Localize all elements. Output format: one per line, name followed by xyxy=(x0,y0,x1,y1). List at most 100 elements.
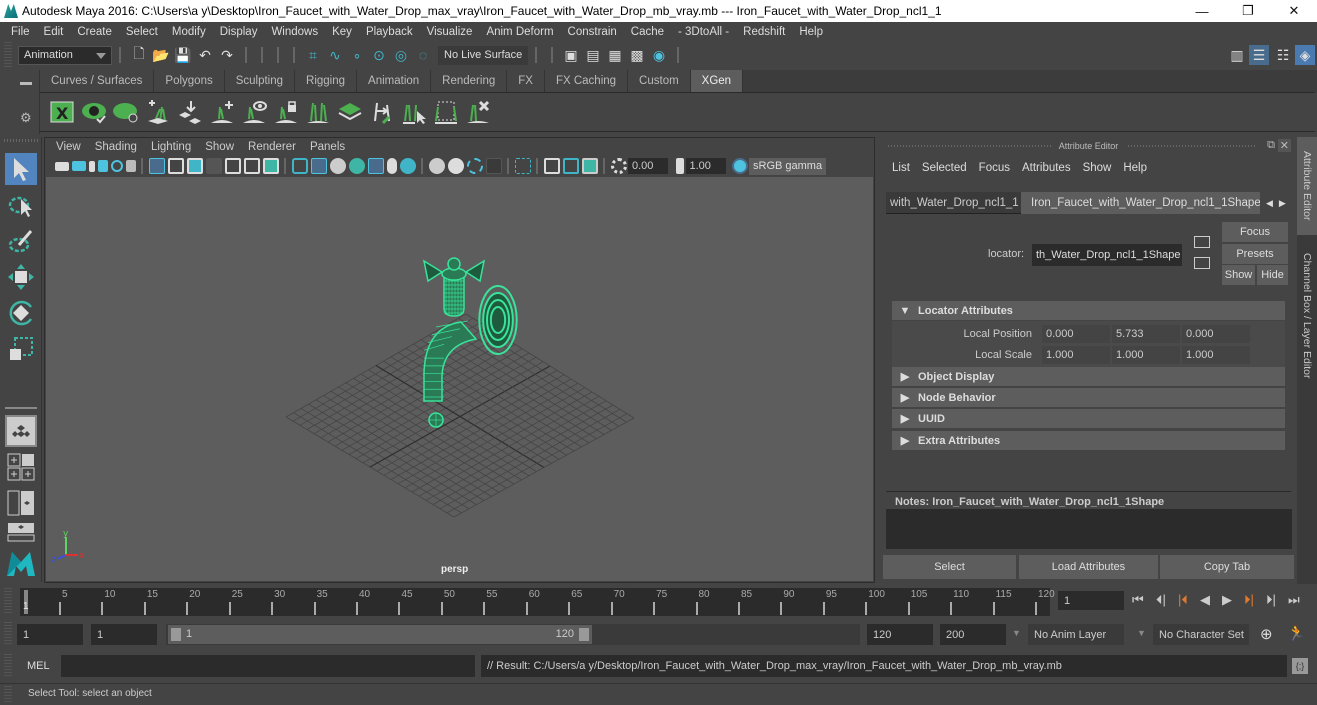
section-locator-attributes[interactable]: ▼ Locator Attributes xyxy=(892,301,1285,320)
panel-menu-panels[interactable]: Panels xyxy=(303,141,352,153)
range-end-handle[interactable] xyxy=(579,628,589,641)
live-surface-field[interactable]: No Live Surface xyxy=(438,45,528,65)
save-scene-icon[interactable]: 💾 xyxy=(173,45,193,65)
playback-start-field[interactable]: 1 xyxy=(91,624,157,645)
anim-layer-chevron-icon[interactable]: ▼ xyxy=(1012,628,1021,638)
shadows-icon[interactable] xyxy=(386,158,397,174)
backface-culling-icon[interactable] xyxy=(581,158,598,174)
exposure-field[interactable]: 0.00 xyxy=(628,158,668,174)
animation-end-field[interactable]: 200 xyxy=(940,624,1006,645)
copy-tab-button[interactable]: Copy Tab xyxy=(1160,555,1294,579)
menu-3dtoall[interactable]: - 3DtoAll - xyxy=(671,26,736,38)
select-camera-icon[interactable] xyxy=(54,161,69,171)
close-panel-icon[interactable]: ✕ xyxy=(1277,139,1291,152)
new-scene-icon[interactable]: 🗋 xyxy=(129,45,149,65)
show-button[interactable]: Show xyxy=(1222,265,1255,285)
shelf-tab-rigging[interactable]: Rigging xyxy=(295,70,358,92)
use-all-lights-icon[interactable] xyxy=(367,158,384,174)
bookmarks-icon[interactable] xyxy=(88,160,95,172)
modeling-toolkit-icon[interactable]: ▥ xyxy=(1227,45,1247,65)
range-start-handle[interactable] xyxy=(171,628,181,641)
panel-menu-view[interactable]: View xyxy=(49,141,88,153)
attr-field-z[interactable]: 0.000 xyxy=(1182,324,1250,343)
safe-title-icon[interactable] xyxy=(262,158,279,174)
ae-menu-selected[interactable]: Selected xyxy=(916,162,973,174)
faucet-wireframe[interactable] xyxy=(422,257,518,428)
side-tab-attribute-editor[interactable]: Attribute Editor xyxy=(1297,137,1317,235)
snap-curve-icon[interactable]: ∿ xyxy=(325,45,345,65)
camera-attributes-icon[interactable] xyxy=(71,161,86,171)
step-back-key-icon[interactable]: |⏴ xyxy=(1178,592,1188,608)
exposure-icon[interactable] xyxy=(610,158,627,174)
section-extra-attributes[interactable]: ▶ Extra Attributes xyxy=(892,431,1285,450)
lock-guide-icon[interactable] xyxy=(273,99,299,125)
add-guide-icon[interactable] xyxy=(209,99,235,125)
go-to-start-icon[interactable]: ⏮ xyxy=(1132,592,1144,608)
play-forwards-icon[interactable]: ▶ xyxy=(1222,592,1232,608)
playback-end-field[interactable]: 120 xyxy=(867,624,933,645)
animation-start-field[interactable]: 1 xyxy=(17,624,83,645)
attr-field-x[interactable]: 0.000 xyxy=(1042,324,1110,343)
time-slider[interactable]: 5 10 15 20 25 30 35 40 45 50 55 60 65 70 75 80 85 90 95 100… xyxy=(0,584,1317,618)
guide-cv-icon[interactable] xyxy=(433,99,459,125)
section-object-display[interactable]: ▶ Object Display xyxy=(892,367,1285,386)
shelf-menu-icon[interactable] xyxy=(20,82,32,85)
channel-box-toggle-icon[interactable]: ◈ xyxy=(1295,45,1315,65)
go-to-end-icon[interactable]: ⏭ xyxy=(1288,592,1300,608)
density-icon[interactable] xyxy=(337,99,363,125)
menu-select[interactable]: Select xyxy=(119,26,165,38)
command-input[interactable] xyxy=(61,655,475,677)
minimize-button[interactable]: — xyxy=(1179,0,1225,22)
wireframe-on-shaded-icon[interactable] xyxy=(329,158,346,174)
ae-menu-list[interactable]: List xyxy=(886,162,916,174)
select-tool-icon[interactable] xyxy=(5,153,37,185)
node-tab-shape[interactable]: Iron_Faucet_with_Water_Drop_ncl1_1Shape xyxy=(1021,192,1260,214)
ae-menu-show[interactable]: Show xyxy=(1077,162,1118,174)
grid-toggle-icon[interactable] xyxy=(148,158,165,174)
ae-menu-attributes[interactable]: Attributes xyxy=(1016,162,1077,174)
scene-canvas[interactable]: y x z xyxy=(46,177,873,581)
menu-playback[interactable]: Playback xyxy=(359,26,420,38)
color-management-toggle-icon[interactable] xyxy=(731,158,748,174)
attr-field-y[interactable]: 1.000 xyxy=(1112,345,1180,364)
float-panel-icon[interactable]: ⧉ xyxy=(1267,139,1275,152)
paint-select-tool-icon[interactable] xyxy=(5,225,37,257)
shelf-tab-sculpting[interactable]: Sculpting xyxy=(224,70,296,92)
time-slider-track[interactable]: 5 10 15 20 25 30 35 40 45 50 55 60 65 70 75 80 85 90 95 100… xyxy=(20,588,1055,616)
menu-cache[interactable]: Cache xyxy=(624,26,671,38)
single-pane-layout-icon[interactable] xyxy=(5,415,37,447)
snap-projected-center-icon[interactable]: ⊙ xyxy=(369,45,389,65)
notes-textarea[interactable] xyxy=(886,509,1292,549)
ipr-render-icon[interactable]: ▦ xyxy=(605,45,625,65)
panel-menu-show[interactable]: Show xyxy=(198,141,241,153)
attr-field-x[interactable]: 1.000 xyxy=(1042,345,1110,364)
play-backwards-icon[interactable]: ◀ xyxy=(1200,592,1210,608)
outliner-persp-layout-icon[interactable] xyxy=(5,487,37,519)
menu-constrain[interactable]: Constrain xyxy=(561,26,624,38)
show-guide-icon[interactable] xyxy=(241,99,267,125)
lasso-tool-icon[interactable] xyxy=(5,189,37,221)
shelf-settings-gear-icon[interactable]: ⚙ xyxy=(20,110,32,126)
xray-active-icon[interactable] xyxy=(562,158,579,174)
select-guides-icon[interactable] xyxy=(401,99,427,125)
hide-button[interactable]: Hide xyxy=(1257,265,1288,285)
node-tab-transform[interactable]: with_Water_Drop_ncl1_1 xyxy=(886,192,1021,214)
shelf-tab-rendering[interactable]: Rendering xyxy=(431,70,508,92)
isolate-select-icon[interactable] xyxy=(485,158,502,174)
command-language-toggle[interactable]: MEL xyxy=(27,660,50,672)
menu-help[interactable]: Help xyxy=(792,26,830,38)
attr-field-z[interactable]: 1.000 xyxy=(1182,345,1250,364)
menu-windows[interactable]: Windows xyxy=(264,26,325,38)
step-forward-key-icon[interactable]: ⏵| xyxy=(1244,592,1254,608)
gate-mask-icon[interactable] xyxy=(205,158,222,174)
menu-key[interactable]: Key xyxy=(325,26,359,38)
safe-action-icon[interactable] xyxy=(243,158,260,174)
range-slider-bar[interactable]: 1 120 xyxy=(168,625,592,644)
menu-set-dropdown[interactable]: Animation xyxy=(18,45,112,65)
render-current-frame-icon[interactable]: ▤ xyxy=(583,45,603,65)
multisample-aa-icon[interactable] xyxy=(447,158,464,174)
menu-anim-deform[interactable]: Anim Deform xyxy=(479,26,560,38)
side-tab-channel-box[interactable]: Channel Box / Layer Editor xyxy=(1297,241,1317,391)
gamma-field[interactable]: 1.00 xyxy=(685,158,726,174)
film-gate-icon[interactable] xyxy=(167,158,184,174)
